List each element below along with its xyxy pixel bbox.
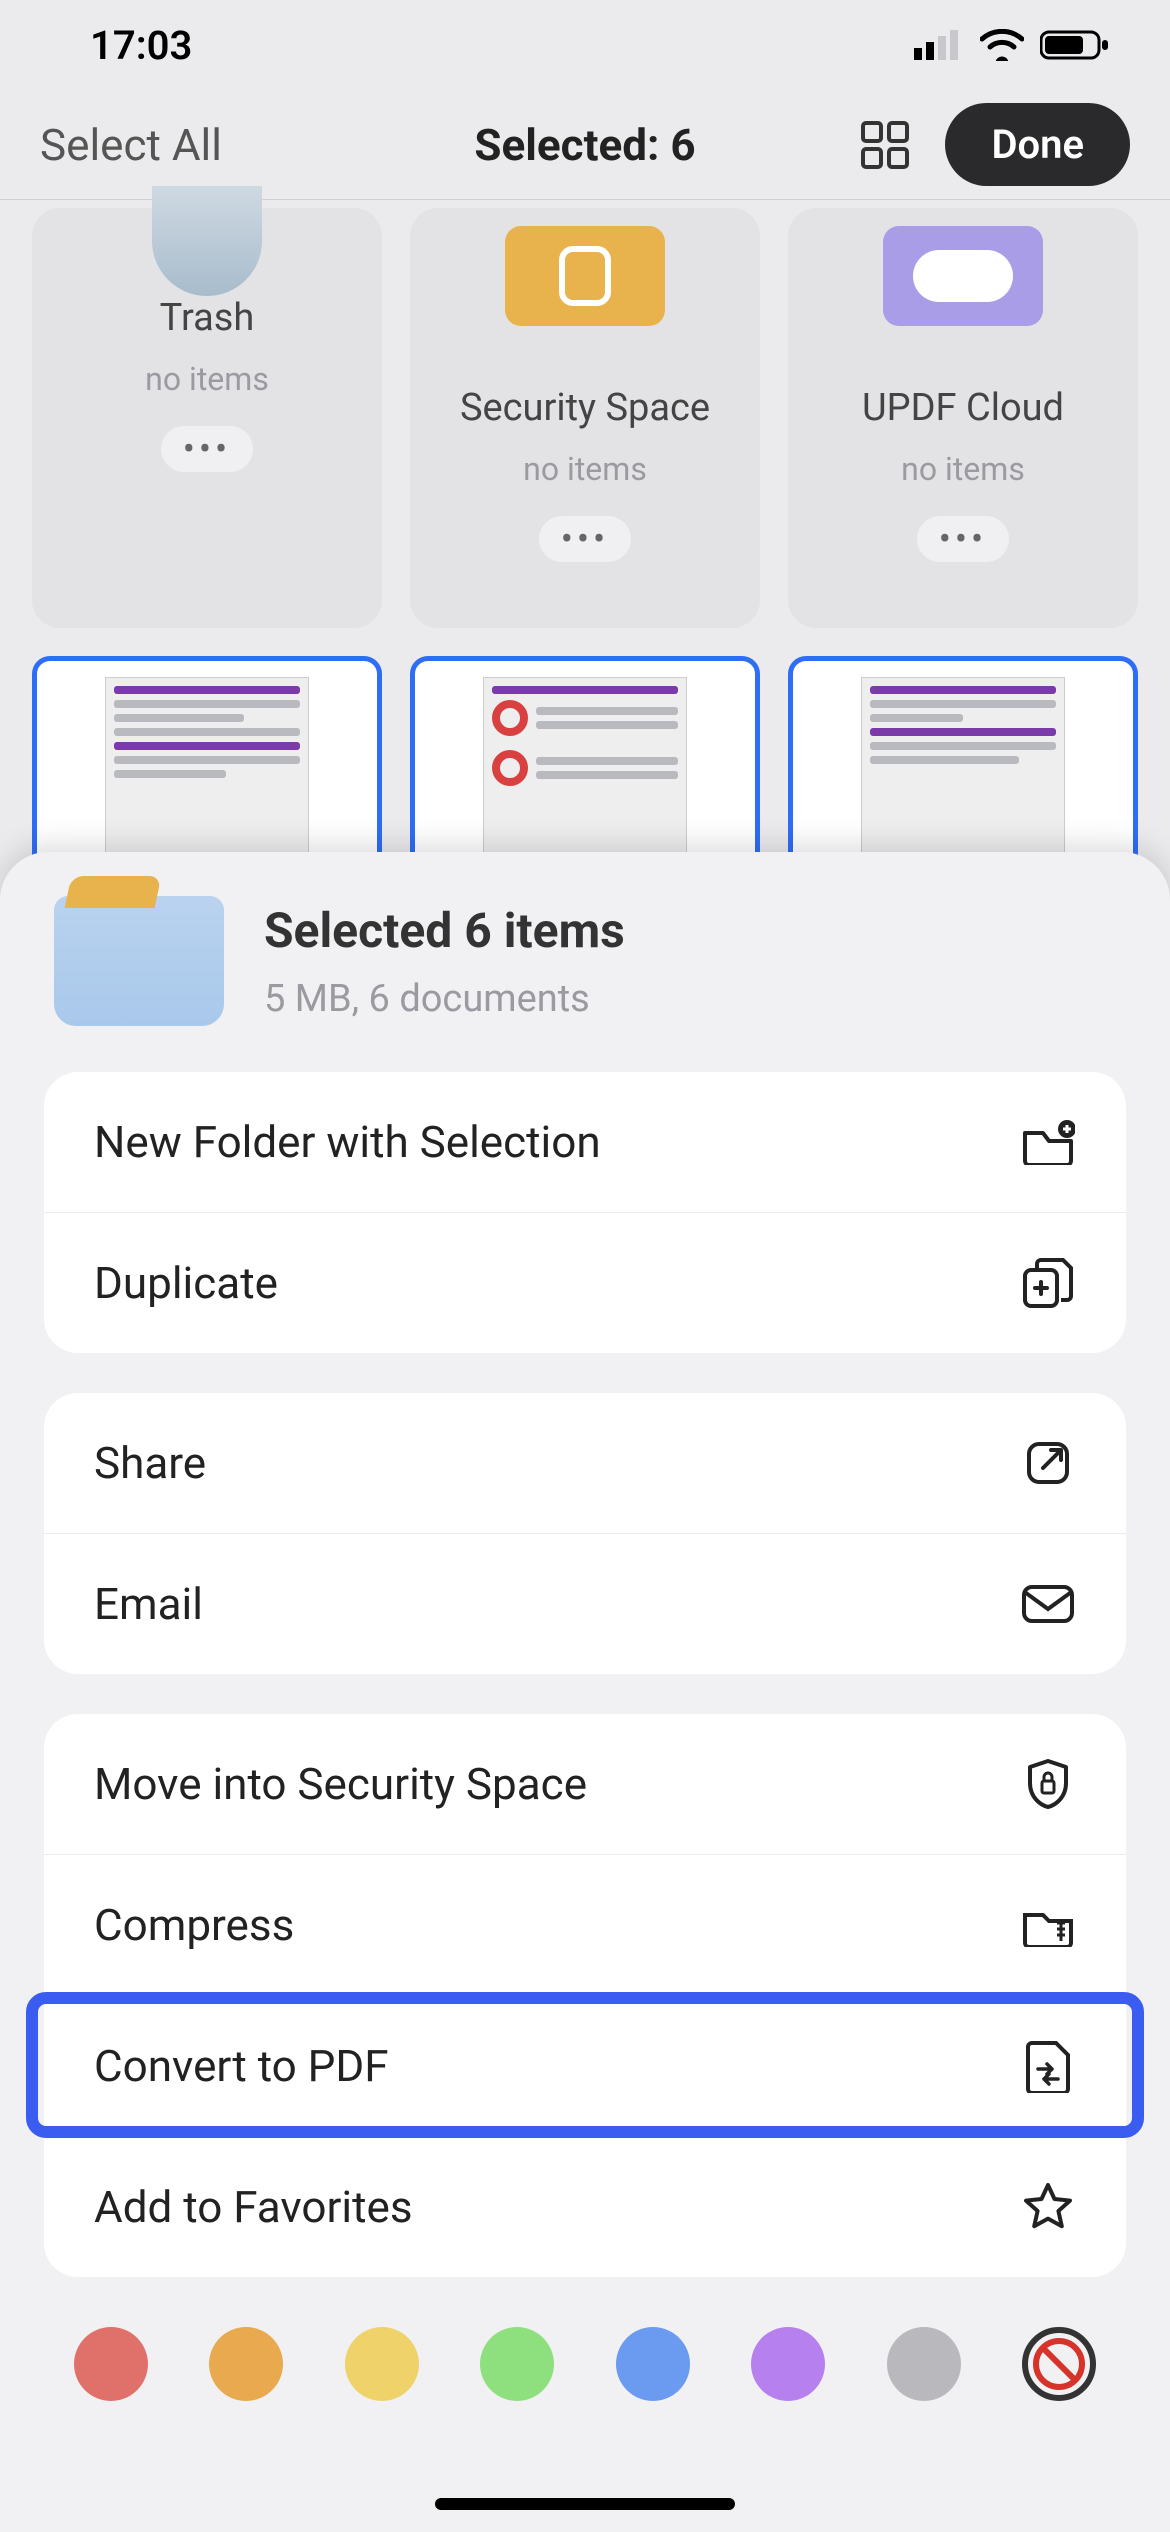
convert-icon xyxy=(1020,2038,1076,2094)
action-label: Add to Favorites xyxy=(94,2181,413,2233)
folder-item-count: no items xyxy=(901,450,1025,488)
action-add-favorites[interactable]: Add to Favorites xyxy=(44,2136,1126,2277)
action-label: Email xyxy=(94,1578,203,1630)
duplicate-icon xyxy=(1020,1255,1076,1311)
lock-folder-icon xyxy=(505,226,665,326)
shield-lock-icon xyxy=(1020,1756,1076,1812)
folder-name: Trash xyxy=(160,296,255,340)
sheet-subtitle: 5 MB, 6 documents xyxy=(264,977,625,1021)
share-icon xyxy=(1020,1435,1076,1491)
action-label: Compress xyxy=(94,1899,294,1951)
sheet-title: Selected 6 items xyxy=(264,902,625,959)
action-group-share: Share Email xyxy=(44,1393,1126,1674)
new-folder-icon xyxy=(1020,1114,1076,1170)
select-all-button[interactable]: Select All xyxy=(40,119,222,171)
trash-icon xyxy=(152,186,262,296)
folder-trash[interactable]: Trash no items ••• xyxy=(32,208,382,628)
tag-yellow[interactable] xyxy=(345,2327,419,2401)
cellular-icon xyxy=(914,30,964,60)
battery-icon xyxy=(1040,29,1110,61)
action-share[interactable]: Share xyxy=(44,1393,1126,1533)
selection-folder-icon xyxy=(54,896,224,1026)
folder-name: Security Space xyxy=(460,386,710,430)
status-icons xyxy=(914,29,1110,61)
action-group-file: Move into Security Space Compress Conver… xyxy=(44,1714,1126,2277)
compress-icon xyxy=(1020,1897,1076,1953)
tag-gray[interactable] xyxy=(887,2327,961,2401)
document-thumbnail xyxy=(861,677,1065,870)
color-tag-row xyxy=(44,2317,1126,2401)
action-label: New Folder with Selection xyxy=(94,1116,601,1168)
folder-more-button[interactable]: ••• xyxy=(917,516,1009,562)
selection-count-title: Selected: 6 xyxy=(474,119,695,171)
action-label: Share xyxy=(94,1437,206,1489)
action-new-folder[interactable]: New Folder with Selection xyxy=(44,1072,1126,1212)
document-thumbnail xyxy=(483,677,687,870)
email-icon xyxy=(1020,1576,1076,1632)
action-label: Convert to PDF xyxy=(94,2040,389,2092)
action-label: Duplicate xyxy=(94,1257,278,1309)
grid-icon xyxy=(859,119,911,171)
document-thumbnail xyxy=(105,677,309,870)
folder-item-count: no items xyxy=(523,450,647,488)
folder-security-space[interactable]: Security Space no items ••• xyxy=(410,208,760,628)
folder-name: UPDF Cloud xyxy=(862,386,1064,430)
tag-purple[interactable] xyxy=(751,2327,825,2401)
tag-green[interactable] xyxy=(480,2327,554,2401)
folder-item-count: no items xyxy=(145,360,269,398)
done-button[interactable]: Done xyxy=(945,103,1130,186)
actions-bottom-sheet: Selected 6 items 5 MB, 6 documents New F… xyxy=(0,852,1170,2532)
tag-orange[interactable] xyxy=(209,2327,283,2401)
tag-red[interactable] xyxy=(74,2327,148,2401)
tag-none[interactable] xyxy=(1022,2327,1096,2401)
folder-more-button[interactable]: ••• xyxy=(539,516,631,562)
home-indicator xyxy=(435,2498,735,2510)
items-grid: Trash no items ••• Security Space no ite… xyxy=(32,208,1138,896)
action-compress[interactable]: Compress xyxy=(44,1854,1126,1995)
action-email[interactable]: Email xyxy=(44,1533,1126,1674)
action-move-security[interactable]: Move into Security Space xyxy=(44,1714,1126,1854)
folder-more-button[interactable]: ••• xyxy=(161,426,253,472)
sheet-header: Selected 6 items 5 MB, 6 documents xyxy=(44,896,1126,1026)
selection-nav-bar: Select All Selected: 6 Done xyxy=(0,90,1170,200)
cloud-folder-icon xyxy=(883,226,1043,326)
status-bar: 17:03 xyxy=(0,0,1170,90)
tag-blue[interactable] xyxy=(616,2327,690,2401)
status-time: 17:03 xyxy=(60,22,192,69)
star-icon xyxy=(1020,2179,1076,2235)
view-mode-button[interactable] xyxy=(859,119,911,171)
action-duplicate[interactable]: Duplicate xyxy=(44,1212,1126,1353)
action-label: Move into Security Space xyxy=(94,1758,587,1810)
wifi-icon xyxy=(980,29,1024,61)
folder-updf-cloud[interactable]: UPDF Cloud no items ••• xyxy=(788,208,1138,628)
action-group-organize: New Folder with Selection Duplicate xyxy=(44,1072,1126,1353)
action-convert-pdf[interactable]: Convert to PDF xyxy=(44,1995,1126,2136)
